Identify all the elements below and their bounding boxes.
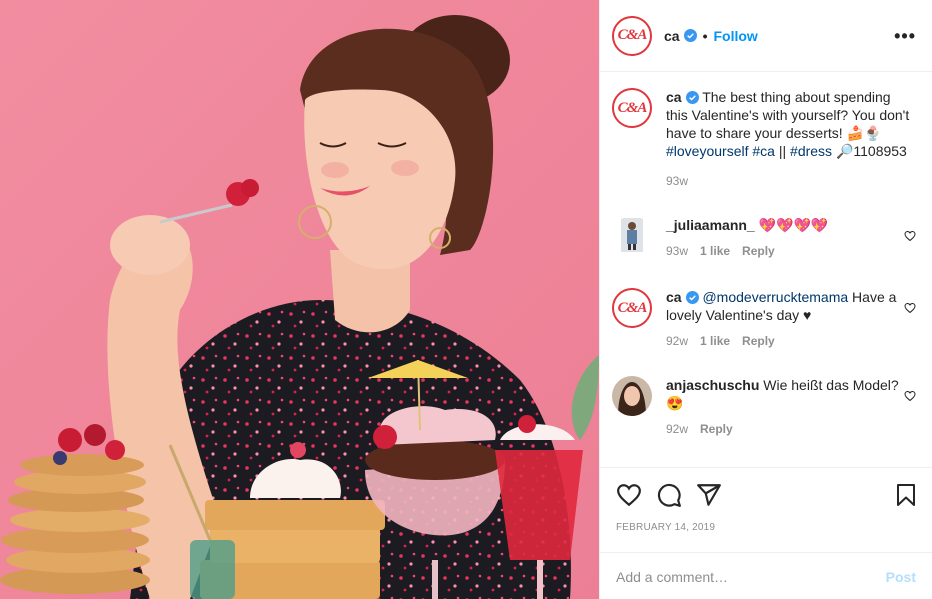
post-comment-button[interactable]: Post (886, 569, 916, 585)
caption-body: ca The best thing about spending this Va… (666, 88, 916, 190)
reply-button[interactable]: Reply (742, 332, 775, 350)
comment-body: ca @modeverrucktemama Have a lovely Vale… (666, 288, 916, 350)
comment-meta: 92w Reply (666, 420, 916, 438)
caption-timestamp[interactable]: 93w (666, 172, 688, 190)
comment-icon[interactable] (656, 482, 682, 508)
valentine-desserts-image (0, 0, 599, 599)
post-photo[interactable] (0, 0, 599, 599)
comment-item: anjaschuschu Wie heißt das Model? 😍 92w … (612, 376, 916, 438)
commenter-avatar[interactable] (612, 216, 652, 256)
comment-meta: 92w 1 like Reply (666, 332, 916, 350)
post-header: C&A ca • Follow ••• (600, 0, 932, 72)
caption-separator: || (774, 143, 791, 159)
heart-icon[interactable] (616, 482, 642, 508)
comment-username[interactable]: anjaschuschu (666, 377, 759, 393)
more-options-icon[interactable]: ••• (894, 27, 916, 45)
commenter-avatar[interactable]: C&A (612, 288, 652, 328)
ca-logo-text: C&A (617, 27, 648, 43)
verified-icon (685, 291, 699, 304)
action-icons (616, 482, 918, 508)
ca-logo-text: C&A (617, 99, 648, 116)
comment-likes[interactable]: 1 like (700, 332, 730, 350)
hashtag-dress[interactable]: #dress (790, 143, 832, 159)
like-comment-heart-icon[interactable] (904, 302, 916, 314)
instagram-post: C&A ca • Follow ••• C&A ca The best thin… (0, 0, 932, 599)
comment-likes[interactable]: 1 like (700, 242, 730, 260)
like-comment-heart-icon[interactable] (904, 230, 916, 242)
post-actions: FEBRUARY 14, 2019 Post (600, 467, 932, 599)
comment-meta: 93w 1 like Reply (666, 242, 916, 260)
comment-body: _juliaamann_ 💖💖💖💖 93w 1 like Reply (666, 216, 916, 260)
caption: C&A ca The best thing about spending thi… (612, 88, 916, 190)
comment-username[interactable]: ca (666, 289, 682, 305)
comment-item: C&A ca @modeverrucktemama Have a lovely … (612, 288, 916, 350)
comment-time[interactable]: 92w (666, 420, 688, 438)
follow-separator: • (702, 27, 708, 44)
caption-text: The best thing about spending this Valen… (666, 89, 910, 141)
caption-avatar[interactable]: C&A (612, 88, 652, 128)
reply-button[interactable]: Reply (742, 242, 775, 260)
post-author-username[interactable]: ca (664, 28, 680, 44)
post-sidebar: C&A ca • Follow ••• C&A ca The best thin… (599, 0, 932, 599)
add-comment-input[interactable] (616, 568, 886, 585)
hashtag-ca[interactable]: #ca (752, 143, 775, 159)
comment-item: _juliaamann_ 💖💖💖💖 93w 1 like Reply (612, 216, 916, 260)
ca-logo-text: C&A (617, 299, 648, 316)
verified-icon (685, 91, 699, 104)
anjaschuschu-avatar-image (612, 376, 652, 416)
add-comment-bar: Post (600, 552, 932, 599)
verified-icon (683, 29, 697, 42)
ca-avatar[interactable]: C&A (612, 15, 652, 56)
comment-text: 💖💖💖💖 (754, 217, 829, 233)
comments-section[interactable]: C&A ca The best thing about spending thi… (600, 72, 932, 467)
bookmark-icon[interactable] (894, 482, 918, 508)
comment-mention[interactable]: @modeverrucktemama (702, 289, 848, 305)
reply-button[interactable]: Reply (700, 420, 733, 438)
comment-username[interactable]: _juliaamann_ (666, 217, 755, 233)
juliaamann-avatar-image (621, 218, 643, 252)
caption-product-code: 🔎1108953 (832, 143, 907, 159)
post-date[interactable]: FEBRUARY 14, 2019 (616, 522, 715, 533)
comment-time[interactable]: 92w (666, 332, 688, 350)
comment-body: anjaschuschu Wie heißt das Model? 😍 92w … (666, 376, 916, 438)
commenter-avatar[interactable] (612, 376, 652, 416)
caption-meta: 93w (666, 172, 916, 190)
like-comment-heart-icon[interactable] (904, 390, 916, 402)
share-icon[interactable] (696, 482, 722, 508)
hashtag-loveyourself[interactable]: #loveyourself (666, 143, 749, 159)
comment-time[interactable]: 93w (666, 242, 688, 260)
follow-button[interactable]: Follow (713, 28, 757, 44)
caption-username[interactable]: ca (666, 89, 682, 105)
